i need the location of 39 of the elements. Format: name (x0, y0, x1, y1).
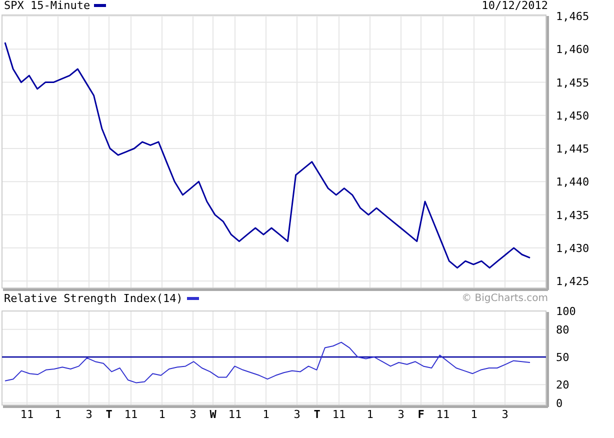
axis-label: 1,455 (556, 76, 590, 90)
axis-label: 3 (294, 408, 300, 421)
axis-label: 1,425 (556, 275, 590, 288)
axis-label: 100 (556, 305, 576, 318)
chart-date: 10/12/2012 (482, 0, 548, 12)
axis-label: 11 (436, 408, 450, 421)
indicator-title: Relative Strength Index(14) (4, 292, 183, 304)
legend-swatch (94, 4, 106, 6)
axis-label: T (314, 408, 320, 421)
axis-label: T (106, 408, 112, 421)
axis-label: 1 (262, 408, 270, 421)
axis-label: 1,465 (556, 10, 590, 23)
axis-label: 20 (556, 378, 570, 392)
axis-label: 1,430 (556, 242, 590, 255)
axis-label: 3 (502, 408, 508, 421)
axis-label: 1 (366, 408, 374, 421)
axis-label: 3 (398, 408, 404, 421)
axis-label: 11 (20, 408, 34, 421)
axis-label: 3 (86, 408, 92, 421)
axis-label: 11 (228, 408, 242, 421)
axis-label: 1,440 (556, 176, 590, 189)
axis-label: 1 (158, 408, 166, 421)
copyright-credit: © BigCharts.com (462, 292, 548, 304)
legend-swatch (186, 296, 199, 300)
axis-label: F (418, 408, 424, 421)
axis-label: 0 (556, 397, 563, 410)
axis-label: 1,435 (556, 208, 590, 222)
axis-label: 1,460 (556, 43, 590, 56)
axis-label: 1 (54, 408, 62, 421)
axis-label: 80 (556, 323, 570, 336)
axis-label: 1 (470, 408, 478, 421)
axis-label: 1,450 (556, 109, 590, 122)
axis-label: 11 (124, 408, 138, 421)
axis-label: W (210, 408, 216, 421)
axis-label: 11 (332, 408, 346, 421)
chart-title: SPX 15-Minute (4, 0, 90, 12)
axis-label: 50 (556, 351, 570, 364)
axis-label: 1,445 (556, 142, 590, 156)
axis-label: 3 (190, 408, 196, 421)
